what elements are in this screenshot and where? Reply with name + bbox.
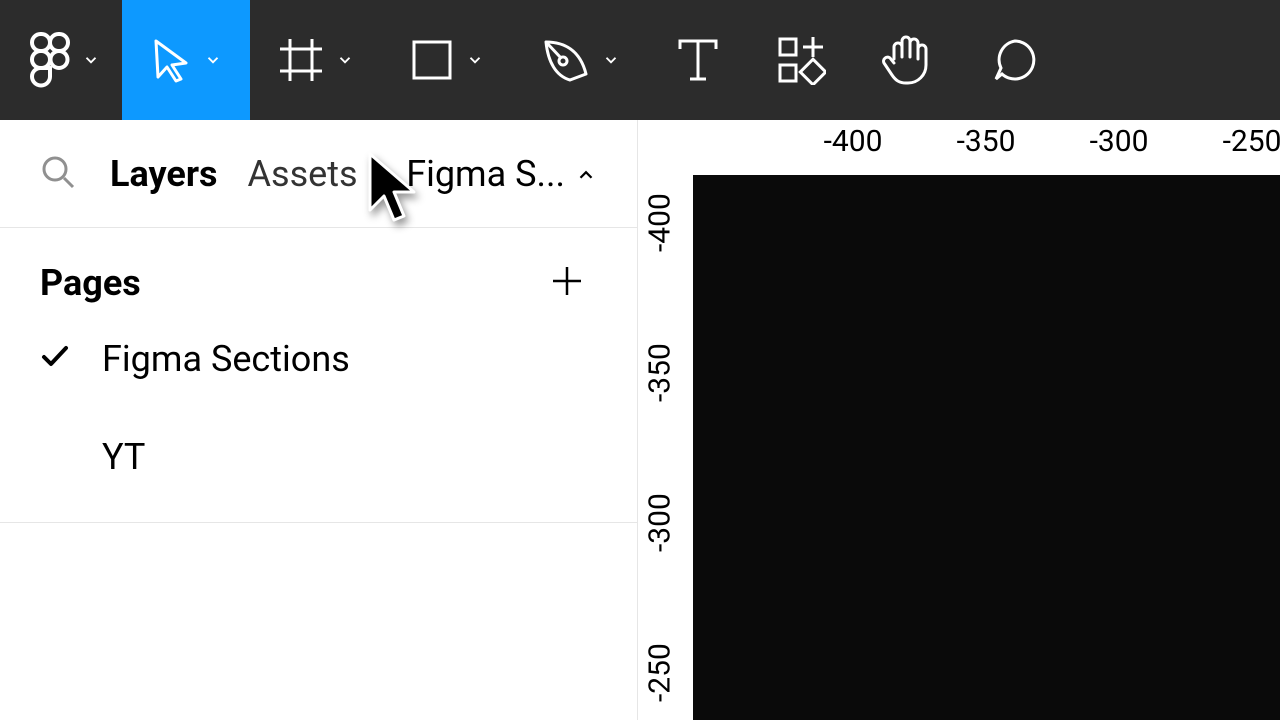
horizontal-ruler: -400 -350 -300 -250 bbox=[693, 120, 1280, 175]
canvas-frame[interactable] bbox=[693, 175, 1280, 720]
pages-header-title: Pages bbox=[40, 262, 141, 304]
search-icon[interactable] bbox=[40, 154, 76, 194]
resources-icon bbox=[776, 35, 826, 85]
ruler-tick: -400 bbox=[643, 193, 678, 252]
tab-assets[interactable]: Assets bbox=[248, 153, 358, 195]
frame-icon bbox=[278, 37, 324, 83]
chevron-down-icon bbox=[466, 51, 484, 69]
tab-layers[interactable]: Layers bbox=[110, 153, 218, 195]
ruler-tick: -350 bbox=[957, 124, 1016, 159]
page-row[interactable]: Figma Sections bbox=[0, 324, 637, 394]
ruler-tick: -350 bbox=[643, 343, 678, 402]
cursor-icon bbox=[150, 37, 192, 83]
chevron-down-icon bbox=[204, 51, 222, 69]
ruler-tick: -300 bbox=[643, 493, 678, 552]
pen-tool-button[interactable] bbox=[512, 0, 648, 120]
rectangle-icon bbox=[410, 38, 454, 82]
check-icon bbox=[40, 338, 70, 380]
left-panel: Layers Assets Figma S... Pages Figma bbox=[0, 120, 638, 720]
frame-tool-button[interactable] bbox=[250, 0, 382, 120]
canvas-area[interactable]: -400 -350 -300 -250 -400 -350 -300 -250 … bbox=[638, 120, 1280, 720]
ruler-tick: -250 bbox=[1223, 124, 1280, 159]
shape-tool-button[interactable] bbox=[382, 0, 512, 120]
ruler-tick: -300 bbox=[1090, 124, 1149, 159]
pages-header: Pages bbox=[0, 228, 637, 324]
page-name: YT bbox=[102, 436, 145, 478]
page-selector[interactable]: Figma S... bbox=[406, 153, 597, 195]
text-icon bbox=[676, 37, 720, 83]
figma-menu-button[interactable] bbox=[0, 0, 122, 120]
pen-icon bbox=[540, 36, 590, 84]
resources-button[interactable] bbox=[748, 0, 854, 120]
hand-tool-button[interactable] bbox=[854, 0, 962, 120]
toolbar bbox=[0, 0, 1280, 120]
ruler-tick: -400 bbox=[824, 124, 883, 159]
ruler-tick: -250 bbox=[643, 643, 678, 702]
text-tool-button[interactable] bbox=[648, 0, 748, 120]
add-page-button[interactable] bbox=[549, 263, 585, 303]
chevron-down-icon bbox=[336, 51, 354, 69]
chevron-down-icon bbox=[82, 51, 100, 69]
page-row[interactable]: YT bbox=[0, 422, 637, 492]
vertical-ruler: -400 -350 -300 -250 -200 bbox=[638, 175, 693, 720]
comment-icon bbox=[990, 35, 1040, 85]
figma-logo-icon bbox=[30, 32, 70, 88]
move-tool-button[interactable] bbox=[122, 0, 250, 120]
chevron-up-icon bbox=[575, 153, 597, 195]
panel-tabs-row: Layers Assets Figma S... bbox=[0, 120, 637, 228]
page-selector-label: Figma S... bbox=[406, 153, 565, 195]
page-name: Figma Sections bbox=[102, 338, 350, 380]
hand-icon bbox=[882, 33, 934, 87]
comment-tool-button[interactable] bbox=[962, 0, 1068, 120]
chevron-down-icon bbox=[602, 51, 620, 69]
